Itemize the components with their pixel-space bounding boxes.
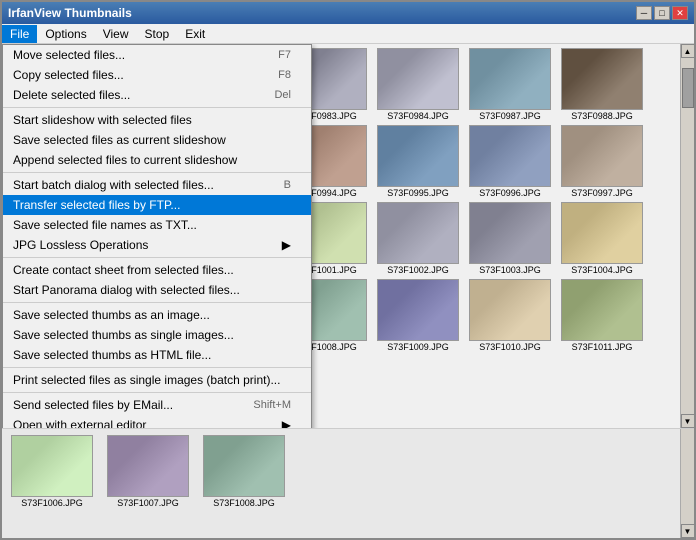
menu-print-batch[interactable]: Print selected files as single images (b…	[3, 370, 311, 390]
thumbnail-image	[377, 202, 459, 264]
separator-2	[3, 172, 311, 173]
thumbnail-image	[469, 202, 551, 264]
separator-3	[3, 257, 311, 258]
vertical-scrollbar[interactable]: ▲ ▼	[680, 44, 694, 428]
list-item[interactable]: S73F1009.JPG	[374, 279, 462, 352]
scroll-down-button[interactable]: ▼	[681, 414, 695, 428]
thumbnail-image	[561, 202, 643, 264]
menu-exit[interactable]: Exit	[177, 25, 213, 43]
thumbnail-image	[561, 279, 643, 341]
menu-save-txt[interactable]: Save selected file names as TXT...	[3, 215, 311, 235]
thumbnail-image	[561, 125, 643, 187]
separator-6	[3, 392, 311, 393]
selected-thumbnail-image	[203, 435, 285, 497]
window-title: IrfanView Thumbnails	[8, 6, 132, 20]
list-item[interactable]: S73F1003.JPG	[466, 202, 554, 275]
selected-thumbs-list: S73F1006.JPG S73F1007.JPG S73F1008.JPG	[2, 429, 680, 538]
list-item[interactable]: S73F0987.JPG	[466, 48, 554, 121]
list-item[interactable]: S73F1004.JPG	[558, 202, 646, 275]
scroll-up-button[interactable]: ▲	[681, 44, 695, 58]
menu-send-email[interactable]: Send selected files by EMail... Shift+M	[3, 395, 311, 415]
title-bar-buttons: ─ □ ✕	[636, 6, 688, 20]
menu-options[interactable]: Options	[37, 25, 94, 43]
menu-external-editor[interactable]: Open with external editor ▶	[3, 415, 311, 428]
menu-save-slideshow[interactable]: Save selected files as current slideshow	[3, 130, 311, 150]
menu-copy-files[interactable]: Copy selected files... F8	[3, 65, 311, 85]
scroll-track[interactable]	[681, 58, 695, 414]
menu-transfer-ftp[interactable]: Transfer selected files by FTP...	[3, 195, 311, 215]
selected-thumbnail-image	[11, 435, 93, 497]
thumbnail-image	[377, 125, 459, 187]
selected-thumb-item[interactable]: S73F1006.JPG	[8, 435, 96, 532]
scroll-down-selected[interactable]: ▼	[681, 524, 695, 538]
title-bar: IrfanView Thumbnails ─ □ ✕	[2, 2, 694, 24]
thumbnail-image	[469, 125, 551, 187]
selected-files-area: S73F1006.JPG S73F1007.JPG S73F1008.JPG ▼	[2, 428, 694, 538]
menu-bar: File Options View Stop Exit	[2, 24, 694, 44]
list-item[interactable]: S73F0988.JPG	[558, 48, 646, 121]
main-window: IrfanView Thumbnails ─ □ ✕ File Options …	[0, 0, 696, 540]
list-item[interactable]: S73F0996.JPG	[466, 125, 554, 198]
menu-move-files[interactable]: Move selected files... F7	[3, 45, 311, 65]
menu-save-thumbs-image[interactable]: Save selected thumbs as an image...	[3, 305, 311, 325]
selected-thumb-item[interactable]: S73F1007.JPG	[104, 435, 192, 532]
selected-thumb-item[interactable]: S73F1008.JPG	[200, 435, 288, 532]
list-item[interactable]: S73F1011.JPG	[558, 279, 646, 352]
menu-save-thumbs-single[interactable]: Save selected thumbs as single images...	[3, 325, 311, 345]
scroll-thumb[interactable]	[682, 68, 694, 108]
menu-delete-files[interactable]: Delete selected files... Del	[3, 85, 311, 105]
thumbnail-image	[377, 48, 459, 110]
separator-1	[3, 107, 311, 108]
menu-file[interactable]: File	[2, 25, 37, 43]
menu-view[interactable]: View	[95, 25, 137, 43]
menu-jpg-lossless[interactable]: JPG Lossless Operations ▶	[3, 235, 311, 255]
list-item[interactable]: S73F0997.JPG	[558, 125, 646, 198]
menu-start-slideshow[interactable]: Start slideshow with selected files	[3, 110, 311, 130]
list-item[interactable]: S73F1002.JPG	[374, 202, 462, 275]
close-button[interactable]: ✕	[672, 6, 688, 20]
menu-append-slideshow[interactable]: Append selected files to current slidesh…	[3, 150, 311, 170]
selected-area-scrollbar[interactable]: ▼	[680, 429, 694, 538]
maximize-button[interactable]: □	[654, 6, 670, 20]
thumbnail-image	[377, 279, 459, 341]
minimize-button[interactable]: ─	[636, 6, 652, 20]
menu-stop[interactable]: Stop	[137, 25, 178, 43]
list-item[interactable]: S73F0995.JPG	[374, 125, 462, 198]
list-item[interactable]: S73F0984.JPG	[374, 48, 462, 121]
thumbnail-image	[469, 48, 551, 110]
list-item[interactable]: S73F1010.JPG	[466, 279, 554, 352]
submenu-arrow: ▶	[282, 238, 291, 252]
separator-4	[3, 302, 311, 303]
file-dropdown-menu: Move selected files... F7 Copy selected …	[2, 44, 312, 428]
menu-contact-sheet[interactable]: Create contact sheet from selected files…	[3, 260, 311, 280]
separator-5	[3, 367, 311, 368]
submenu-arrow-2: ▶	[282, 418, 291, 428]
menu-panorama[interactable]: Start Panorama dialog with selected file…	[3, 280, 311, 300]
thumbnail-image	[561, 48, 643, 110]
content-area: Move selected files... F7 Copy selected …	[2, 44, 694, 428]
selected-thumbnail-image	[107, 435, 189, 497]
menu-batch-dialog[interactable]: Start batch dialog with selected files..…	[3, 175, 311, 195]
menu-save-thumbs-html[interactable]: Save selected thumbs as HTML file...	[3, 345, 311, 365]
thumbnail-image	[469, 279, 551, 341]
